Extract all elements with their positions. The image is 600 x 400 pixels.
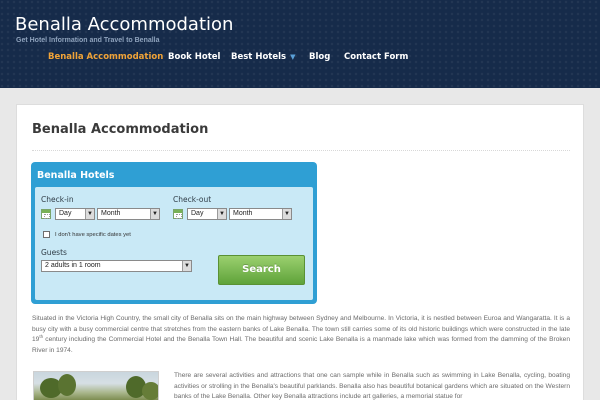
nav-item-contact-form[interactable]: Contact Form xyxy=(344,52,408,62)
nav-item-benalla-accommodation[interactable]: Benalla Accommodation xyxy=(48,52,163,62)
dropdown-arrow-icon: ▼ xyxy=(217,209,226,219)
guests-label: Guests xyxy=(41,248,67,257)
nav-item-label: Book Hotel xyxy=(168,52,221,62)
attractions-paragraph: There are several activities and attract… xyxy=(174,372,570,400)
intro-paragraph: Situated in the Victoria High Country, t… xyxy=(32,314,570,356)
main-nav: Benalla Accommodation Book Hotel Best Ho… xyxy=(0,52,600,66)
select-value: Day xyxy=(59,210,72,217)
checkout-day-select[interactable]: Day ▼ xyxy=(187,208,227,220)
nav-item-blog[interactable]: Blog xyxy=(309,52,330,62)
tree-shape xyxy=(58,374,76,396)
widget-form: Check-in Day ▼ Month ▼ Check-out Day ▼ Mont… xyxy=(35,187,313,300)
search-button[interactable]: Search xyxy=(218,255,305,285)
checkin-month-select[interactable]: Month ▼ xyxy=(97,208,160,220)
select-value: Month xyxy=(233,210,253,217)
select-value: Month xyxy=(101,210,121,217)
calendar-icon[interactable] xyxy=(41,209,51,219)
dropdown-arrow-icon: ▼ xyxy=(182,261,191,271)
calendar-icon[interactable] xyxy=(173,209,183,219)
page-title: Benalla Accommodation xyxy=(32,122,209,137)
checkout-label: Check-out xyxy=(173,195,212,204)
nav-item-label: Contact Form xyxy=(344,52,409,62)
chevron-down-icon: ▼ xyxy=(290,53,296,61)
dropdown-arrow-icon: ▼ xyxy=(85,209,94,219)
site-tagline: Get Hotel Information and Travel to Bena… xyxy=(16,37,160,44)
paragraph-text: century including the Commercial Hotel a… xyxy=(32,336,570,354)
site-header: Benalla Accommodation Get Hotel Informat… xyxy=(0,0,600,88)
benalla-photo xyxy=(33,371,159,400)
checkin-label: Check-in xyxy=(41,195,74,204)
no-dates-label: I don't have specific dates yet xyxy=(55,232,131,238)
select-value: 2 adults in 1 room xyxy=(45,262,101,269)
hotel-booking-widget: Benalla Hotels Check-in Day ▼ Month ▼ Chec… xyxy=(31,162,317,304)
site-title[interactable]: Benalla Accommodation xyxy=(15,14,233,35)
dropdown-arrow-icon: ▼ xyxy=(282,209,291,219)
nav-item-label: Best Hotels xyxy=(231,52,287,62)
checkout-month-select[interactable]: Month ▼ xyxy=(229,208,292,220)
nav-item-label: Blog xyxy=(309,52,331,62)
title-divider xyxy=(32,150,570,151)
nav-item-best-hotels[interactable]: Best Hotels ▼ xyxy=(231,52,295,62)
checkin-day-select[interactable]: Day ▼ xyxy=(55,208,95,220)
widget-title: Benalla Hotels xyxy=(37,170,115,181)
tree-shape xyxy=(142,382,158,400)
nav-item-book-hotel[interactable]: Book Hotel xyxy=(168,52,220,62)
guests-select[interactable]: 2 adults in 1 room ▼ xyxy=(41,260,192,272)
content-area: Benalla Accommodation Benalla Hotels Che… xyxy=(16,104,584,400)
no-dates-checkbox[interactable] xyxy=(43,231,50,238)
dropdown-arrow-icon: ▼ xyxy=(150,209,159,219)
nav-item-label: Benalla Accommodation xyxy=(48,52,164,62)
select-value: Day xyxy=(191,210,204,217)
